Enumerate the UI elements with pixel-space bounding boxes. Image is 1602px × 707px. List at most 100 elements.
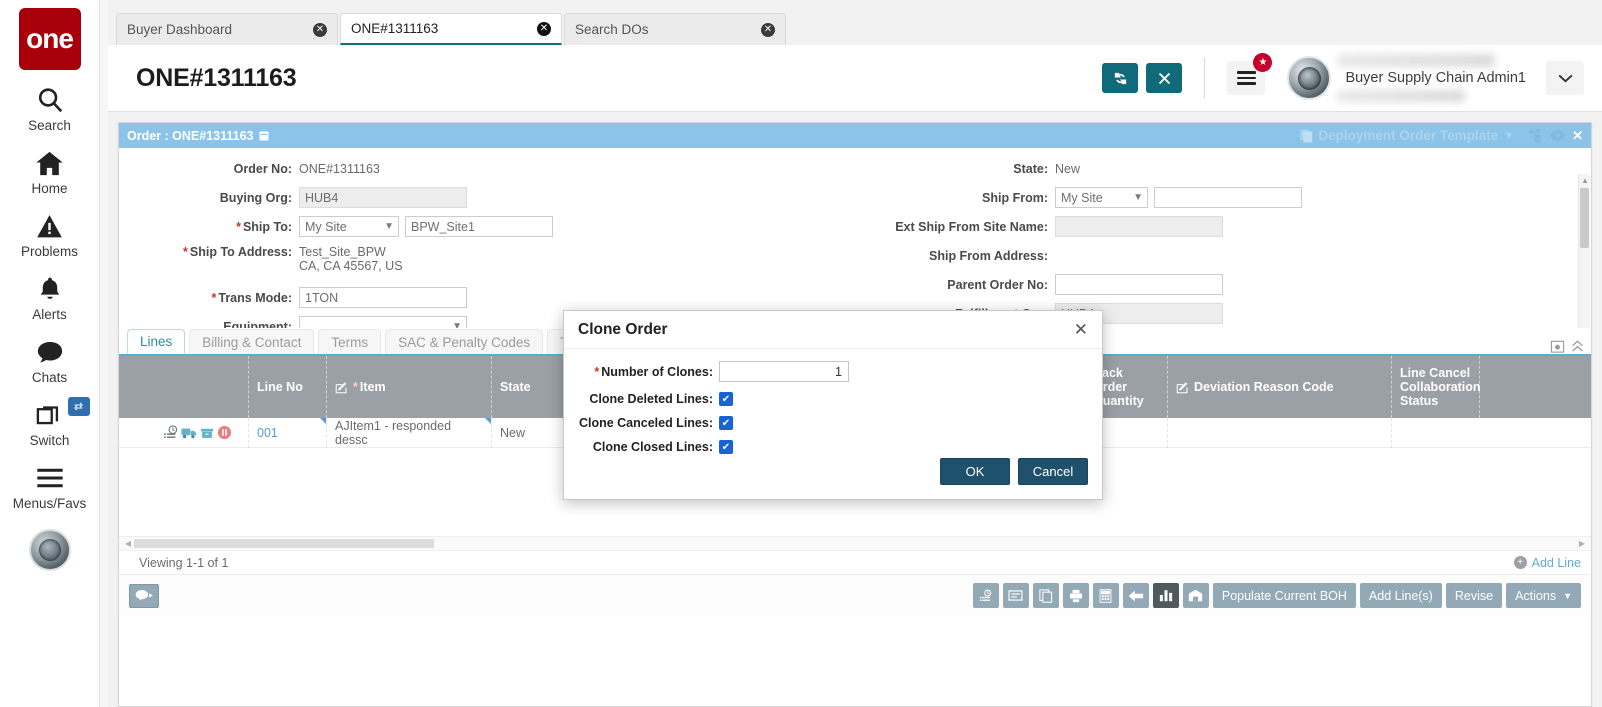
- cell-item[interactable]: AJItem1 - responded dessc: [327, 417, 492, 448]
- grid-horizontal-scrollbar[interactable]: ◀ ▶: [119, 536, 1591, 550]
- populate-current-boh-button[interactable]: Populate Current BOH: [1212, 583, 1356, 608]
- tab-label: Billing & Contact: [202, 334, 302, 350]
- equipment-select[interactable]: ▼: [299, 316, 467, 328]
- cancel-button[interactable]: Cancel: [1018, 458, 1088, 485]
- sidebar-item-menus-favs[interactable]: Menus/Favs: [2, 462, 98, 511]
- box-icon[interactable]: [200, 426, 214, 440]
- close-x-icon[interactable]: ✕: [1572, 128, 1583, 144]
- close-icon[interactable]: ✕: [537, 21, 551, 36]
- tab-billing-contact[interactable]: Billing & Contact: [189, 329, 315, 354]
- print-button[interactable]: [1062, 583, 1089, 608]
- ship-to-site-input[interactable]: BPW_Site1: [405, 216, 553, 237]
- number-of-clones-input[interactable]: 1: [719, 361, 849, 382]
- truck-icon[interactable]: [181, 426, 197, 440]
- panel-header-actions: Deployment Order Template ▼ ✕: [1300, 128, 1583, 144]
- sidebar-item-switch[interactable]: ⇄ Switch: [2, 397, 98, 448]
- tab-terms[interactable]: Terms: [318, 329, 382, 354]
- eye-icon[interactable]: [1550, 129, 1566, 142]
- field-label-text: Ship To:: [242, 219, 292, 234]
- bar-chart-button[interactable]: [1152, 583, 1179, 608]
- tab-label: Buyer Dashboard: [127, 22, 233, 37]
- close-page-button[interactable]: [1146, 63, 1183, 93]
- close-icon[interactable]: ✕: [1074, 321, 1088, 338]
- cell-deviation-reason-code[interactable]: [1168, 417, 1392, 448]
- back-button[interactable]: [1122, 583, 1149, 608]
- pause-circle-icon[interactable]: [217, 425, 232, 440]
- button-label: Add Line(s): [1368, 588, 1433, 603]
- actions-button[interactable]: Actions ▼: [1506, 583, 1581, 608]
- avatar[interactable]: [1287, 56, 1332, 100]
- tab-buyer-dashboard[interactable]: Buyer Dashboard ✕: [116, 13, 338, 45]
- sidebar-item-alerts[interactable]: Alerts: [2, 273, 98, 322]
- scroll-up-arrow-icon[interactable]: ▲: [1581, 176, 1589, 185]
- windows-stack-icon: [35, 399, 65, 431]
- grid-header-deviation-reason-code[interactable]: Deviation Reason Code: [1168, 356, 1392, 418]
- refresh-button[interactable]: [1102, 63, 1139, 93]
- field-order-no: Order No: ONE#1311163: [119, 158, 855, 179]
- template-selector[interactable]: Deployment Order Template ▼: [1300, 128, 1514, 143]
- clone-canceled-lines-checkbox[interactable]: ✔: [719, 416, 733, 430]
- scroll-right-arrow-icon[interactable]: ▶: [1576, 539, 1588, 548]
- audit-history-button[interactable]: [972, 583, 999, 608]
- buying-org-input[interactable]: HUB4: [299, 187, 467, 208]
- checklist-clock-icon[interactable]: [163, 425, 178, 440]
- grid-header-line-cancel-collaboration-status[interactable]: Line Cancel Collaboration Status: [1392, 356, 1481, 418]
- expand-icon[interactable]: [1571, 340, 1584, 353]
- cell-line-no[interactable]: 001: [249, 417, 327, 448]
- sidebar-item-home[interactable]: Home: [2, 147, 98, 196]
- dialog-body: * Number of Clones: 1 Clone Deleted Lines…: [564, 349, 1102, 454]
- scroll-left-arrow-icon[interactable]: ◀: [122, 539, 134, 548]
- add-line-button[interactable]: + Add Line: [1513, 556, 1591, 570]
- field-ship-to-address: * Ship To Address: Test_Site_BPW CA, CA 4…: [119, 245, 855, 279]
- ext-ship-from-site-name-input[interactable]: [1055, 216, 1223, 237]
- chevron-down-icon: ▼: [1503, 129, 1515, 142]
- row-action-icons: [119, 417, 249, 448]
- grid-settings-icon[interactable]: [1550, 339, 1565, 354]
- ok-button[interactable]: OK: [940, 458, 1010, 485]
- parent-order-no-input[interactable]: [1055, 274, 1223, 295]
- switch-badge-icon[interactable]: ⇄: [67, 397, 90, 416]
- tab-lines[interactable]: Lines: [127, 329, 186, 354]
- header-menu-button[interactable]: ★: [1227, 53, 1273, 95]
- note-button[interactable]: [1002, 583, 1029, 608]
- field-ship-from-address: Ship From Address:: [855, 245, 1591, 266]
- field-value: ONE#1311163: [299, 161, 380, 176]
- field-label: * Ship To:: [119, 220, 299, 234]
- clone-deleted-lines-checkbox[interactable]: ✔: [719, 392, 733, 406]
- clone-closed-lines-checkbox[interactable]: ✔: [719, 440, 733, 454]
- sidebar-item-problems[interactable]: Problems: [2, 210, 98, 259]
- grid-header-state[interactable]: State: [492, 356, 567, 418]
- grid-header-line-no[interactable]: Line No: [249, 356, 327, 418]
- hierarchy-icon[interactable]: [1529, 128, 1543, 143]
- scrollbar-thumb[interactable]: [1580, 188, 1589, 248]
- tab-sac-penalty-codes[interactable]: SAC & Penalty Codes: [385, 329, 544, 354]
- ship-from-site-input[interactable]: [1154, 187, 1302, 208]
- trans-mode-input[interactable]: 1TON: [299, 287, 467, 308]
- tab-one-1311163[interactable]: ONE#1311163 ✕: [340, 13, 562, 45]
- sidebar-item-search[interactable]: Search: [2, 84, 98, 133]
- user-menu-button[interactable]: [1546, 61, 1584, 95]
- warehouse-button[interactable]: [1182, 583, 1209, 608]
- refresh-icon: [1112, 70, 1129, 87]
- rail-avatar[interactable]: [28, 529, 71, 571]
- tab-search-dos[interactable]: Search DOs ✕: [564, 13, 786, 45]
- page-title: ONE#1311163: [136, 63, 297, 92]
- grid-header-item[interactable]: * Item: [327, 356, 492, 418]
- ship-from-type-select[interactable]: My Site ▼: [1055, 187, 1148, 208]
- revise-button[interactable]: Revise: [1445, 583, 1503, 608]
- copy-button[interactable]: [1032, 583, 1059, 608]
- chat-button[interactable]: [129, 583, 159, 608]
- button-label: Actions: [1515, 588, 1557, 603]
- calculator-button[interactable]: [1092, 583, 1119, 608]
- close-icon[interactable]: ✕: [761, 22, 775, 37]
- tab-strip: Buyer Dashboard ✕ ONE#1311163 ✕ Search D…: [108, 0, 1602, 45]
- grid-header-actions: [119, 356, 249, 418]
- add-lines-button[interactable]: Add Line(s): [1359, 583, 1442, 608]
- ship-to-type-select[interactable]: My Site ▼: [299, 216, 399, 237]
- sidebar-item-chats[interactable]: Chats: [2, 336, 98, 385]
- form-vertical-scrollbar[interactable]: ▲ ▼: [1578, 174, 1590, 328]
- close-icon[interactable]: ✕: [313, 22, 327, 37]
- scrollbar-track[interactable]: [134, 539, 1576, 548]
- sidebar-label-search: Search: [28, 118, 71, 133]
- scrollbar-thumb[interactable]: [134, 539, 434, 548]
